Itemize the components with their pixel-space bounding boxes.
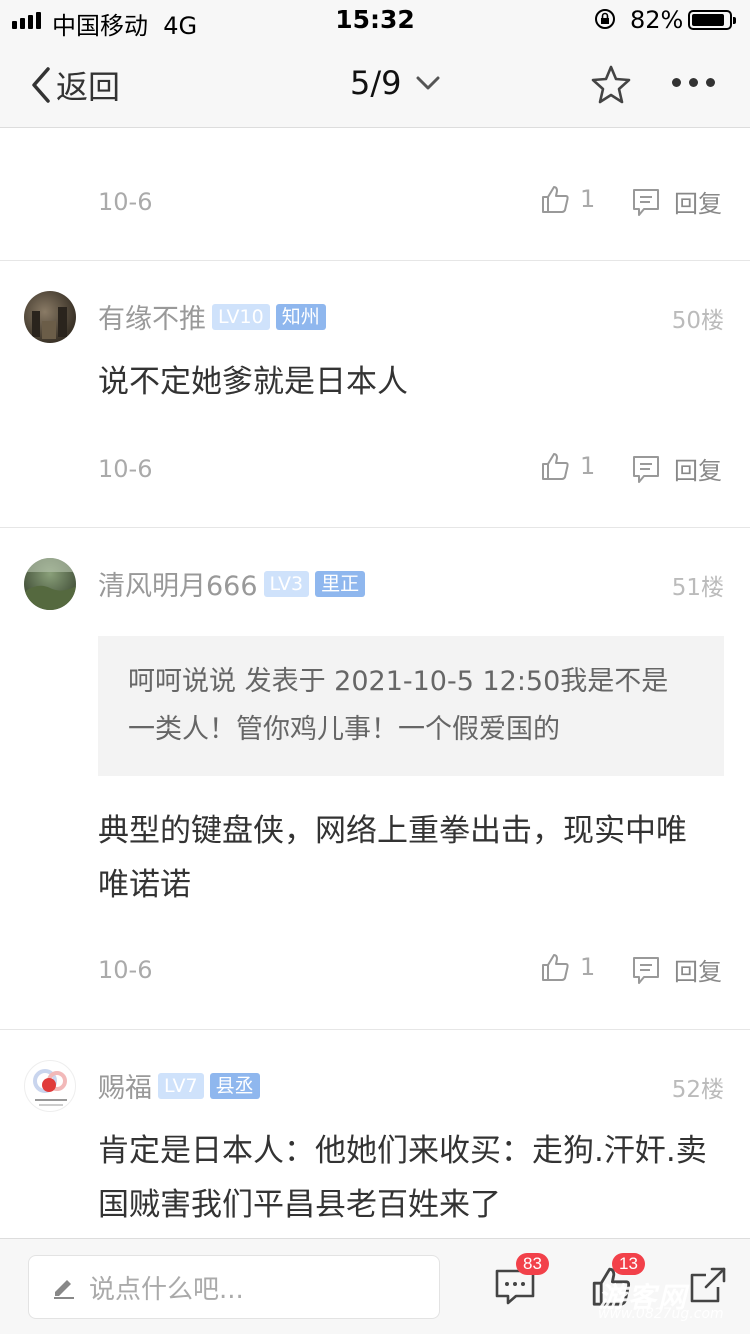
battery-percent: 82% <box>630 6 684 34</box>
floor-number: 51楼 <box>671 575 724 601</box>
like-button[interactable]: 1 <box>540 184 595 214</box>
floor-number: 50楼 <box>671 308 724 334</box>
comment-item: 赐福 LV7 县丞 52楼 肯定是日本人：他她们来收买：走狗.汗奸.卖国贼害我们… <box>0 1029 750 1238</box>
avatar[interactable] <box>24 291 76 343</box>
comment-button[interactable]: 83 <box>494 1253 549 1311</box>
comment-text: 典型的键盘侠，网络上重拳出击，现实中唯唯诺诺 <box>98 813 687 903</box>
reply-label: 回复 <box>674 958 722 986</box>
comment-input[interactable]: 说点什么吧... <box>28 1255 440 1319</box>
comment-text: 说不定她爹就是日本人 <box>98 364 408 400</box>
username-row: 赐福 LV7 县丞 <box>98 1066 260 1105</box>
more-icon[interactable] <box>672 78 715 87</box>
level-badge: LV7 <box>158 1072 204 1099</box>
thumbs-up-icon <box>542 453 569 480</box>
edit-pencil-icon <box>54 1280 74 1299</box>
reply-label: 回复 <box>674 190 722 218</box>
username-row: 有缘不推 LV10 知州 <box>98 297 326 336</box>
nav-bar: 返回 5/9 <box>0 40 750 128</box>
share-button[interactable] <box>688 1265 728 1309</box>
reply-label: 回复 <box>674 457 722 485</box>
title-badge: 里正 <box>315 570 366 597</box>
back-label: 返回 <box>56 68 121 106</box>
avatar[interactable] <box>24 1060 76 1112</box>
page-indicator: 5/9 <box>350 64 402 102</box>
status-bar: 中国移动 4G 15:32 82% <box>0 0 750 40</box>
username-row: 清风明月666 LV3 里正 <box>98 564 366 603</box>
reply-bubble-icon <box>633 956 659 984</box>
like-button[interactable]: 1 <box>540 451 595 481</box>
avatar[interactable] <box>24 558 76 610</box>
comment-count-badge: 83 <box>516 1253 549 1275</box>
reply-bubble-icon <box>633 188 659 216</box>
like-count: 1 <box>580 452 596 480</box>
quoted-comment[interactable]: 呵呵说说 发表于 2021-10-5 12:50我是不是一类人！管你鸡儿事！一个… <box>98 636 724 776</box>
post-meta: 10-6 1 回复 <box>98 184 724 224</box>
comment-item: 有缘不推 LV10 知州 50楼 说不定她爹就是日本人 10-6 1 回复 <box>0 260 750 528</box>
title-badge: 县丞 <box>209 1072 260 1099</box>
dropdown-chevron-icon <box>416 76 439 90</box>
post-meta: 10-6 1 回复 <box>98 952 724 992</box>
comment-list: 10-6 1 回复 有缘不推 LV10 知州 50楼 说不定她爹就是日本人 10… <box>0 128 750 1238</box>
post-date: 10-6 <box>98 188 153 216</box>
share-icon <box>690 1267 726 1303</box>
level-badge: LV3 <box>263 570 310 597</box>
comment-placeholder: 说点什么吧... <box>89 1274 244 1305</box>
post-date: 10-6 <box>98 956 153 984</box>
comment-text: 肯定是日本人：他她们来收买：走狗.汗奸.卖国贼害我们平昌县老百姓来了 <box>98 1133 707 1223</box>
reply-button[interactable]: 回复 <box>630 952 722 987</box>
site-watermark-url: www.0827ug.com <box>598 1306 724 1322</box>
back-chevron-icon <box>32 67 50 103</box>
back-button[interactable]: 返回 <box>30 62 120 108</box>
star-icon[interactable] <box>590 64 632 104</box>
reply-button[interactable]: 回复 <box>630 451 722 486</box>
thumbs-up-icon <box>542 186 569 213</box>
comment-item: 清风明月666 LV3 里正 51楼 呵呵说说 发表于 2021-10-5 12… <box>0 527 750 1030</box>
username[interactable]: 清风明月666 <box>98 564 258 603</box>
username[interactable]: 赐福 <box>98 1066 152 1105</box>
reply-button[interactable]: 回复 <box>630 184 722 219</box>
like-count: 1 <box>580 953 596 981</box>
thumbs-up-icon <box>542 954 569 981</box>
like-button[interactable]: 1 <box>540 952 595 982</box>
post-date: 10-6 <box>98 455 153 483</box>
rotation-lock-icon <box>595 9 615 29</box>
reply-bubble-icon <box>633 455 659 483</box>
username[interactable]: 有缘不推 <box>98 297 206 336</box>
floor-number: 52楼 <box>671 1077 724 1103</box>
page-selector[interactable]: 5/9 <box>350 64 440 102</box>
level-badge: LV10 <box>212 303 270 330</box>
post-meta: 10-6 1 回复 <box>98 451 724 491</box>
like-count: 1 <box>580 185 596 213</box>
title-badge: 知州 <box>275 303 326 330</box>
battery-icon <box>688 10 736 30</box>
like-count-badge: 13 <box>612 1253 645 1275</box>
